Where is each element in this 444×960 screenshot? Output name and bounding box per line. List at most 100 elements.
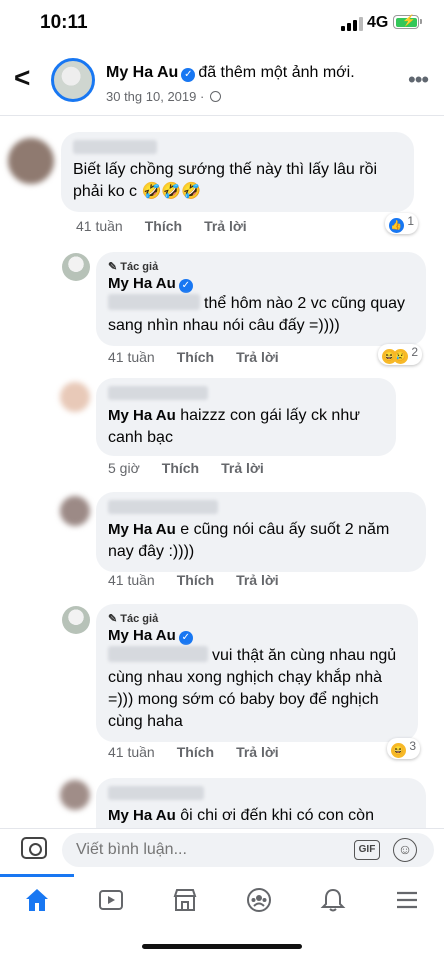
like-button[interactable]: Thích — [177, 572, 214, 588]
author-avatar[interactable] — [51, 58, 95, 102]
mention-name[interactable]: My Ha Au — [108, 521, 176, 538]
like-button[interactable]: Thích — [177, 349, 214, 365]
mention-redacted — [108, 294, 200, 310]
pencil-icon: ✎ — [108, 261, 121, 273]
comment-meta: 41 tuần Thích Trả lời — [108, 744, 301, 760]
comment-list: Biết lấy chồng sướng thế này thì lấy lâu… — [0, 116, 444, 828]
tab-marketplace[interactable] — [148, 874, 222, 926]
comment-body: My Ha Au ôi chi ơi đến khi có con còn — [108, 805, 414, 827]
emoji-icon[interactable]: ☺ — [393, 838, 417, 862]
home-indicator — [142, 944, 302, 949]
tab-menu[interactable] — [370, 874, 444, 926]
comment-bubble[interactable]: Biết lấy chồng sướng thế này thì lấy lâu… — [61, 132, 414, 212]
author-avatar[interactable] — [62, 606, 90, 634]
comment-composer: GIF ☺ — [0, 828, 444, 872]
reply-button[interactable]: Trả lời — [236, 744, 279, 760]
comment-meta: 5 giờ Thích Trả lời — [108, 460, 286, 476]
reply-button[interactable]: Trả lời — [236, 572, 279, 588]
author-tag: ✎ Tác giả — [108, 612, 406, 625]
comment-meta: 41 tuần Thích Trả lời — [108, 349, 301, 365]
author-tag-text: Tác giả — [120, 261, 159, 273]
menu-icon — [397, 891, 417, 909]
commenter-name-redacted — [108, 386, 208, 400]
comment-text: ôi chi ơi đến khi có con còn — [180, 807, 374, 824]
verified-badge-icon: ✓ — [181, 68, 196, 82]
mention-name[interactable]: My Ha Au — [108, 807, 176, 824]
sad-reaction-icon: 😢 — [393, 349, 408, 364]
commenter-name-redacted — [73, 140, 157, 154]
commenter-avatar[interactable] — [60, 780, 90, 810]
post-date[interactable]: 30 thg 10, 2019 · — [106, 89, 221, 104]
verified-badge-icon: ✓ — [178, 631, 193, 645]
network-label: 4G — [367, 14, 389, 31]
notifications-icon — [320, 888, 346, 912]
groups-icon — [247, 888, 271, 912]
author-name[interactable]: My Ha Au — [106, 64, 178, 81]
globe-icon — [209, 91, 221, 102]
post-title: My Ha Au ✓ đã thêm một ảnh mới. — [106, 64, 355, 82]
back-icon[interactable]: < — [14, 64, 30, 92]
tab-video[interactable] — [74, 874, 148, 926]
video-icon — [99, 890, 123, 910]
camera-icon[interactable] — [21, 837, 47, 859]
commenter-avatar[interactable] — [8, 138, 54, 184]
comment-author-name[interactable]: My Ha Au — [108, 275, 176, 292]
author-tag: ✎ Tác giả — [108, 260, 414, 273]
comment-bubble[interactable]: ✎ Tác giả My Ha Au ✓ thể hôm nào 2 vc cũn… — [96, 252, 426, 346]
active-tab-indicator — [0, 874, 74, 877]
tab-groups[interactable] — [222, 874, 296, 926]
reply-button[interactable]: Trả lời — [221, 460, 264, 476]
comment-bubble[interactable]: ✎ Tác giả My Ha Au ✓ vui thật ăn cùng nha… — [96, 604, 418, 742]
reaction-number: 1 — [407, 214, 415, 228]
haha-reaction-icon: 😆 — [391, 743, 406, 758]
bottom-tab-bar — [0, 874, 444, 926]
comment-bubble[interactable]: My Ha Au haizzz con gái lấy ck như canh … — [96, 378, 396, 456]
like-button[interactable]: Thích — [145, 218, 182, 234]
author-avatar[interactable] — [62, 253, 90, 281]
comment-time: 5 giờ — [108, 460, 140, 476]
mention-name[interactable]: My Ha Au — [108, 407, 176, 424]
tab-home[interactable] — [0, 874, 74, 926]
reaction-count[interactable]: 👍 1 — [385, 213, 419, 234]
commenter-name-redacted — [108, 786, 204, 800]
author-tag-text: Tác giả — [120, 613, 159, 625]
like-button[interactable]: Thích — [162, 460, 199, 476]
post-action: đã thêm một ảnh mới. — [198, 64, 355, 81]
commenter-avatar[interactable] — [60, 382, 90, 412]
comment-body: My Ha Au e cũng nói câu ấy suốt 2 năm na… — [108, 519, 414, 563]
more-options-icon[interactable]: ••• — [408, 67, 429, 93]
reaction-count[interactable]: 😆😢 2 — [378, 344, 423, 365]
status-bar: 10:11 4G ⚡ — [0, 0, 444, 48]
comment-body: My Ha Au haizzz con gái lấy ck như canh … — [108, 405, 384, 449]
pencil-icon: ✎ — [108, 613, 121, 625]
commenter-avatar[interactable] — [60, 496, 90, 526]
comment-body: thể hôm nào 2 vc cũng quay sang nhìn nha… — [108, 293, 414, 337]
reply-button[interactable]: Trả lời — [204, 218, 247, 234]
comment-body: vui thật ăn cùng nhau ngủ cùng nhau xong… — [108, 645, 406, 733]
comment-meta: 41 tuần Thích Trả lời — [76, 218, 269, 234]
post-header: < My Ha Au ✓ đã thêm một ảnh mới. 30 thg 1… — [0, 50, 444, 112]
comment-author-name[interactable]: My Ha Au — [108, 627, 176, 644]
comment-bubble[interactable]: My Ha Au e cũng nói câu ấy suốt 2 năm na… — [96, 492, 426, 572]
mention-redacted — [108, 646, 208, 662]
signal-icon — [341, 17, 363, 31]
reply-button[interactable]: Trả lời — [236, 349, 279, 365]
comment-time: 41 tuần — [108, 572, 155, 588]
comment-time: 41 tuần — [76, 218, 123, 234]
reaction-count[interactable]: 😆 3 — [387, 738, 421, 759]
home-icon — [26, 889, 48, 911]
marketplace-icon — [173, 889, 197, 911]
post-date-text: 30 thg 10, 2019 · — [106, 89, 208, 104]
comment-meta: 41 tuần Thích Trả lời — [108, 572, 301, 588]
reaction-number: 2 — [411, 345, 419, 359]
comment-bubble[interactable]: My Ha Au ôi chi ơi đến khi có con còn — [96, 778, 426, 828]
comment-text: Biết lấy chồng sướng thế này thì lấy lâu… — [73, 161, 378, 200]
reaction-number: 3 — [409, 739, 417, 753]
like-reaction-icon: 👍 — [389, 218, 404, 233]
battery-icon: ⚡ — [393, 15, 422, 29]
like-button[interactable]: Thích — [177, 744, 214, 760]
tab-notifications[interactable] — [296, 874, 370, 926]
gif-icon[interactable]: GIF — [354, 840, 380, 860]
comment-time: 41 tuần — [108, 349, 155, 365]
commenter-name-redacted — [108, 500, 218, 514]
